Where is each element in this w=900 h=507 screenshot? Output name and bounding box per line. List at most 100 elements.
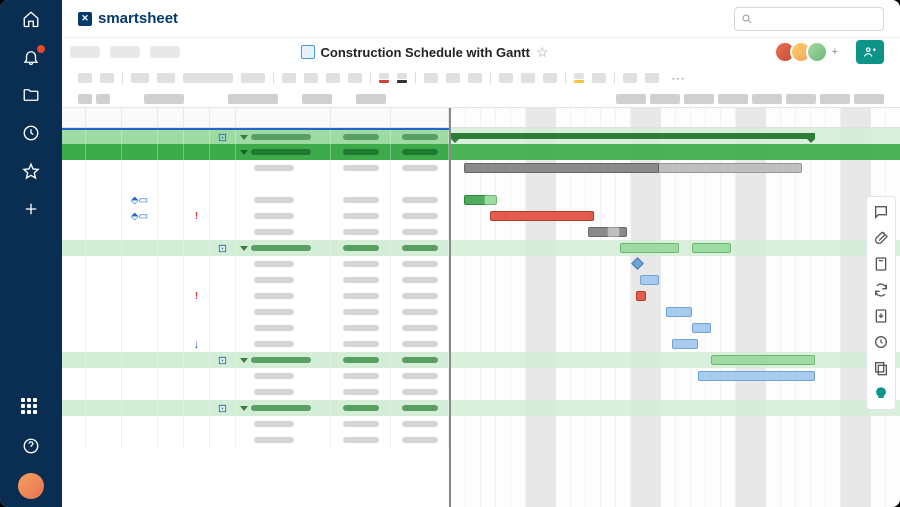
history-icon[interactable] [872,333,890,351]
gantt-row[interactable] [451,272,900,288]
toolbar-btn[interactable] [326,73,340,83]
main-content: ✕ smartsheet Construction Schedule with … [62,0,900,507]
apps-icon[interactable] [20,397,42,419]
gantt-row[interactable] [451,288,900,304]
gantt-row[interactable] [451,160,900,176]
gantt-row[interactable] [451,128,900,144]
collaborator-avatars[interactable]: + [780,41,838,63]
gantt-chart[interactable] [451,108,900,507]
grid-row[interactable]: ⊡ [62,240,449,256]
grid-row[interactable] [62,320,449,336]
gantt-row[interactable] [451,192,900,208]
star-icon[interactable]: ☆ [536,44,549,61]
recent-icon[interactable] [20,122,42,144]
grid-row[interactable]: ⬘ ▭! [62,208,449,224]
toolbar-btn[interactable] [183,73,233,83]
toolbar-btn[interactable] [499,73,513,83]
home-icon[interactable] [20,8,42,30]
grid-row[interactable] [62,384,449,400]
attachments-icon[interactable] [872,229,890,247]
gantt-row[interactable] [451,224,900,240]
gantt-row[interactable] [451,144,900,160]
grid-row[interactable] [62,176,449,192]
help-icon[interactable] [20,435,42,457]
gantt-row[interactable] [451,176,900,192]
tab-placeholder[interactable] [110,46,140,58]
toolbar-color-yellow[interactable] [574,73,584,83]
toolbar-btn[interactable] [468,73,482,83]
toolbar-btn[interactable] [282,73,296,83]
toolbar-btn[interactable] [424,73,438,83]
toolbar-btn[interactable] [131,73,149,83]
proofs-icon[interactable] [872,255,890,273]
gantt-row[interactable] [451,304,900,320]
user-avatar[interactable] [18,473,44,499]
toolbar-btn[interactable] [100,73,114,83]
gantt-row[interactable] [451,240,900,256]
task-grid[interactable]: ⊡⬘ ▭⬘ ▭!⊡!↓⊡⊡ [62,108,449,507]
grid-row[interactable]: ⊡ [62,400,449,416]
grid-row[interactable]: ⊡ [62,352,449,368]
toolbar-btn[interactable] [304,73,318,83]
notification-badge [36,44,46,54]
folder-icon[interactable] [20,84,42,106]
toolbar-btn[interactable] [241,73,265,83]
grid-row[interactable] [62,272,449,288]
toolbar-btn[interactable] [645,73,659,83]
grid-row[interactable] [62,256,449,272]
comments-icon[interactable] [872,203,890,221]
tab-placeholder[interactable] [70,46,100,58]
grid-row[interactable] [62,304,449,320]
grid-row[interactable] [62,160,449,176]
grid-row[interactable] [62,416,449,432]
toolbar-btn[interactable] [157,73,175,83]
gantt-row[interactable] [451,416,900,432]
toolbar-more-icon[interactable]: ⋯ [671,70,685,87]
refresh-icon[interactable] [872,281,890,299]
gantt-row[interactable] [451,208,900,224]
gantt-divider[interactable] [449,108,451,507]
gantt-row[interactable] [451,336,900,352]
favorites-icon[interactable] [20,160,42,182]
avatar-more[interactable]: + [832,46,838,58]
toolbar-btn[interactable] [78,73,92,83]
toolbar-btn[interactable] [348,73,362,83]
grid-row[interactable] [62,368,449,384]
grid-row[interactable]: ⬘ ▭ [62,192,449,208]
grid-row[interactable] [62,144,449,160]
gantt-row[interactable] [451,368,900,384]
toolbar-btn[interactable] [446,73,460,83]
toolbar-btn[interactable] [521,73,535,83]
format-toolbar: ⋯ [62,66,900,90]
document-icon [301,45,315,59]
brand-logo[interactable]: ✕ smartsheet [78,10,178,27]
add-icon[interactable] [20,198,42,220]
notifications-icon[interactable] [20,46,42,68]
publish-icon[interactable] [872,359,890,377]
tips-icon[interactable] [872,385,890,403]
share-button[interactable] [856,40,884,64]
document-title: Construction Schedule with Gantt [321,45,530,60]
gantt-row[interactable] [451,384,900,400]
gantt-row[interactable] [451,320,900,336]
toolbar-color-red[interactable] [379,73,389,83]
grid-row[interactable] [62,432,449,448]
gantt-row[interactable] [451,256,900,272]
toolbar-color-black[interactable] [397,73,407,83]
gantt-row[interactable] [451,400,900,416]
gantt-row[interactable] [451,432,900,448]
gantt-row[interactable] [451,352,900,368]
top-bar: ✕ smartsheet [62,0,900,38]
grid-row[interactable]: ↓ [62,336,449,352]
tab-placeholder[interactable] [150,46,180,58]
grid-row[interactable]: ! [62,288,449,304]
brand-name: smartsheet [98,10,178,27]
search-input[interactable] [734,7,884,31]
export-icon[interactable] [872,307,890,325]
grid-row[interactable]: ⊡ [62,128,449,144]
toolbar-btn[interactable] [543,73,557,83]
toolbar-btn[interactable] [623,73,637,83]
tab-bar: Construction Schedule with Gantt ☆ + [62,38,900,66]
toolbar-btn[interactable] [592,73,606,83]
grid-row[interactable] [62,224,449,240]
